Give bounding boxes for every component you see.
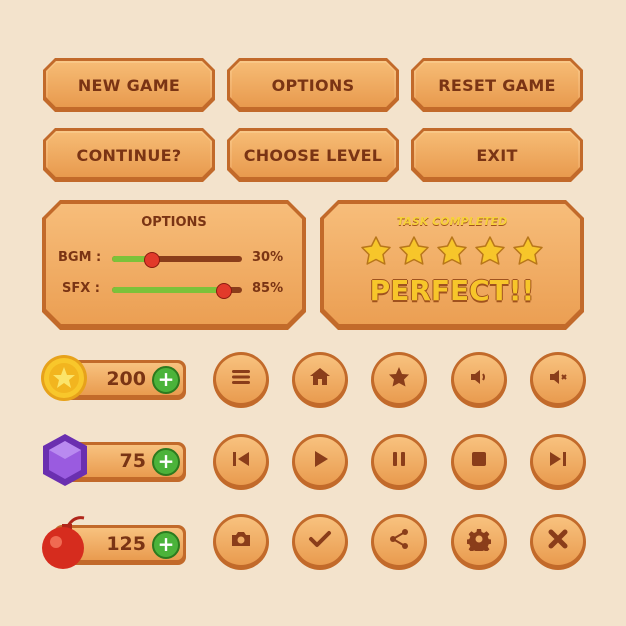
continue-button[interactable]: CONTINUE?: [43, 128, 215, 182]
coins-value: 200: [106, 368, 146, 390]
rating-star-icon: [360, 235, 392, 269]
volume-icon: [467, 365, 491, 393]
exit-label: EXIT: [416, 133, 578, 177]
choose-level-label: CHOOSE LEVEL: [232, 133, 394, 177]
rating-star-icon: [398, 235, 430, 269]
share-icon: [387, 527, 411, 555]
stars-row: [360, 235, 544, 269]
options-panel-title: OPTIONS: [141, 215, 207, 230]
play-icon: [308, 447, 332, 475]
bgm-label: BGM :: [58, 250, 102, 265]
continue-label: CONTINUE?: [48, 133, 210, 177]
task-completed-panel: TASK COMPLETED PERFECT!!: [320, 200, 584, 330]
options-button[interactable]: OPTIONS: [227, 58, 399, 112]
menu-icon: [229, 365, 253, 393]
gems-value: 75: [119, 450, 146, 472]
pause-icon: [387, 447, 411, 475]
play-button[interactable]: [292, 434, 348, 490]
camera-button[interactable]: [213, 514, 269, 570]
sfx-label: SFX :: [62, 281, 100, 296]
add-coins-button[interactable]: +: [152, 366, 180, 394]
check-icon: [308, 527, 332, 555]
stop-button[interactable]: [451, 434, 507, 490]
sfx-value: 85%: [252, 281, 284, 296]
close-icon: [546, 527, 570, 555]
home-button[interactable]: [292, 352, 348, 408]
next-button[interactable]: [530, 434, 586, 490]
bgm-value: 30%: [252, 250, 284, 265]
options-panel: OPTIONS BGM : 30% SFX : 85%: [42, 200, 306, 330]
sfx-slider[interactable]: [112, 287, 242, 293]
rating-star-icon: [474, 235, 506, 269]
pause-button[interactable]: [371, 434, 427, 490]
bomb-icon: [38, 512, 92, 570]
reset-game-label: RESET GAME: [416, 63, 578, 107]
share-button[interactable]: [371, 514, 427, 570]
options-label: OPTIONS: [232, 63, 394, 107]
star-button[interactable]: [371, 352, 427, 408]
stop-icon: [467, 447, 491, 475]
new-game-label: NEW GAME: [48, 63, 210, 107]
check-button[interactable]: [292, 514, 348, 570]
previous-icon: [229, 447, 253, 475]
task-completed-subtitle: TASK COMPLETED: [396, 215, 508, 228]
rating-star-icon: [512, 235, 544, 269]
next-icon: [546, 447, 570, 475]
settings-button[interactable]: [451, 514, 507, 570]
sfx-slider-knob[interactable]: [216, 283, 232, 299]
rating-star-icon: [436, 235, 468, 269]
settings-icon: [466, 527, 492, 555]
menu-button[interactable]: [213, 352, 269, 408]
reset-game-button[interactable]: RESET GAME: [411, 58, 583, 112]
bgm-slider-knob[interactable]: [144, 252, 160, 268]
sfx-slider-fill: [112, 287, 223, 293]
volume-button[interactable]: [451, 352, 507, 408]
bombs-value: 125: [106, 533, 146, 555]
perfect-label: PERFECT!!: [369, 274, 535, 307]
mute-button[interactable]: [530, 352, 586, 408]
bgm-slider[interactable]: [112, 256, 242, 262]
gem-icon: [40, 432, 90, 488]
add-bombs-button[interactable]: +: [152, 531, 180, 559]
previous-button[interactable]: [213, 434, 269, 490]
mute-icon: [546, 365, 570, 393]
exit-button[interactable]: EXIT: [411, 128, 583, 182]
camera-icon: [229, 527, 253, 555]
close-button[interactable]: [530, 514, 586, 570]
new-game-button[interactable]: NEW GAME: [43, 58, 215, 112]
add-gems-button[interactable]: +: [152, 448, 180, 476]
choose-level-button[interactable]: CHOOSE LEVEL: [227, 128, 399, 182]
home-icon: [308, 365, 332, 393]
coin-icon: [40, 354, 88, 402]
star-icon: [387, 365, 411, 393]
